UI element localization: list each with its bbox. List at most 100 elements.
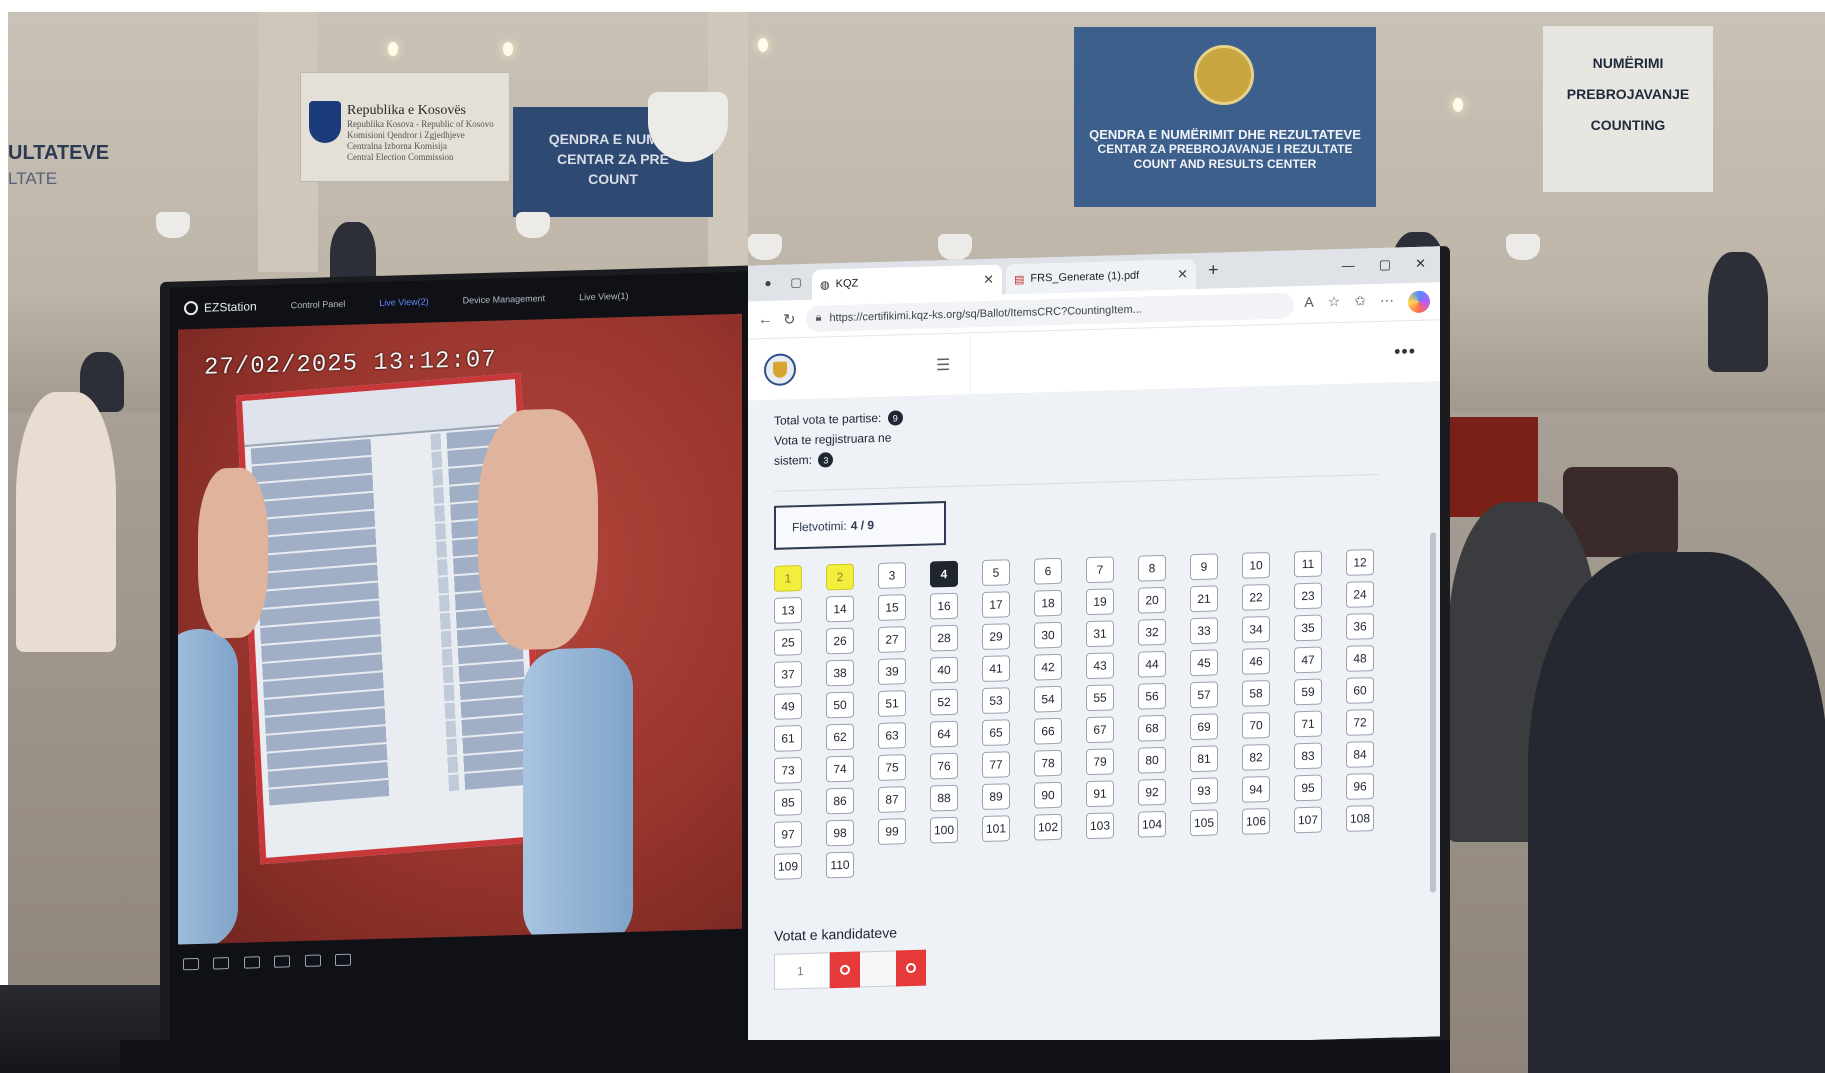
- candidate-number-52[interactable]: 52: [930, 688, 958, 716]
- candidate-number-63[interactable]: 63: [878, 722, 906, 749]
- candidate-number-105[interactable]: 105: [1190, 809, 1218, 837]
- candidate-number-40[interactable]: 40: [930, 656, 958, 684]
- candidate-number-81[interactable]: 81: [1190, 745, 1218, 773]
- candidate-number-27[interactable]: 27: [878, 626, 906, 653]
- candidate-number-21[interactable]: 21: [1190, 585, 1218, 613]
- candidate-number-67[interactable]: 67: [1086, 716, 1114, 744]
- candidate-number-23[interactable]: 23: [1294, 582, 1322, 610]
- candidate-number-58[interactable]: 58: [1242, 679, 1270, 707]
- candidate-number-30[interactable]: 30: [1034, 621, 1062, 649]
- more-menu-icon[interactable]: ···: [1380, 291, 1394, 313]
- grid-9-icon[interactable]: [243, 956, 260, 969]
- candidate-number-107[interactable]: 107: [1294, 806, 1322, 834]
- candidate-number-92[interactable]: 92: [1138, 778, 1166, 806]
- candidate-number-89[interactable]: 89: [982, 783, 1010, 811]
- candidate-number-83[interactable]: 83: [1294, 742, 1322, 770]
- browser-tab-pdf[interactable]: ▤ FRS_Generate (1).pdf ✕: [1006, 259, 1196, 295]
- candidate-number-6[interactable]: 6: [1034, 557, 1062, 585]
- candidate-number-25[interactable]: 25: [774, 629, 802, 656]
- candidate-number-76[interactable]: 76: [930, 752, 958, 780]
- record-icon[interactable]: [304, 954, 321, 967]
- candidate-number-36[interactable]: 36: [1346, 613, 1374, 640]
- candidate-number-60[interactable]: 60: [1346, 677, 1374, 704]
- candidate-number-19[interactable]: 19: [1086, 588, 1114, 616]
- candidate-number-61[interactable]: 61: [774, 725, 802, 752]
- candidate-number-80[interactable]: 80: [1138, 746, 1166, 774]
- candidate-number-44[interactable]: 44: [1138, 650, 1166, 678]
- candidate-number-5[interactable]: 5: [982, 559, 1010, 587]
- candidate-number-32[interactable]: 32: [1138, 618, 1166, 646]
- close-window-icon[interactable]: ✕: [1415, 256, 1426, 272]
- remove-candidate-button[interactable]: [896, 949, 926, 987]
- candidate-number-53[interactable]: 53: [982, 687, 1010, 715]
- tab-actions-icon[interactable]: ▢: [788, 274, 804, 290]
- maximize-icon[interactable]: ▢: [1379, 257, 1391, 273]
- candidate-number-79[interactable]: 79: [1086, 748, 1114, 776]
- candidate-number-69[interactable]: 69: [1190, 713, 1218, 741]
- candidate-number-39[interactable]: 39: [878, 658, 906, 685]
- candidate-number-24[interactable]: 24: [1346, 581, 1374, 608]
- candidate-number-16[interactable]: 16: [930, 592, 958, 620]
- candidate-number-94[interactable]: 94: [1242, 775, 1270, 803]
- candidate-number-45[interactable]: 45: [1190, 649, 1218, 677]
- candidate-number-48[interactable]: 48: [1346, 645, 1374, 672]
- new-tab-icon[interactable]: +: [1208, 259, 1219, 280]
- candidate-number-20[interactable]: 20: [1138, 586, 1166, 614]
- candidate-number-108[interactable]: 108: [1346, 805, 1374, 832]
- candidate-number-57[interactable]: 57: [1190, 681, 1218, 709]
- candidate-number-41[interactable]: 41: [982, 655, 1010, 683]
- candidate-number-91[interactable]: 91: [1086, 780, 1114, 808]
- candidate-number-82[interactable]: 82: [1242, 743, 1270, 771]
- read-aloud-icon[interactable]: A: [1304, 293, 1313, 315]
- candidate-number-56[interactable]: 56: [1138, 682, 1166, 710]
- fullscreen-icon[interactable]: [335, 953, 352, 967]
- favorites-icon[interactable]: ✩: [1354, 292, 1366, 314]
- candidate-input-empty[interactable]: [860, 950, 896, 988]
- candidate-number-77[interactable]: 77: [982, 751, 1010, 779]
- candidate-number-22[interactable]: 22: [1242, 583, 1270, 611]
- candidate-number-106[interactable]: 106: [1242, 807, 1270, 835]
- tab-live-view-1[interactable]: Live View(1): [579, 291, 628, 302]
- candidate-number-78[interactable]: 78: [1034, 749, 1062, 777]
- grid-4-icon[interactable]: [213, 957, 230, 970]
- candidate-number-96[interactable]: 96: [1346, 773, 1374, 800]
- candidate-number-99[interactable]: 99: [878, 818, 906, 845]
- candidate-number-1[interactable]: 1: [774, 565, 802, 592]
- close-tab-icon[interactable]: ✕: [983, 272, 994, 288]
- candidate-number-88[interactable]: 88: [930, 784, 958, 812]
- candidate-number-62[interactable]: 62: [826, 723, 854, 751]
- candidate-number-87[interactable]: 87: [878, 786, 906, 813]
- candidate-number-17[interactable]: 17: [982, 591, 1010, 619]
- candidate-number-4[interactable]: 4: [930, 560, 958, 588]
- page-scrollbar[interactable]: [1430, 532, 1436, 893]
- tab-device-management[interactable]: Device Management: [463, 293, 546, 305]
- snapshot-icon[interactable]: [274, 955, 291, 968]
- candidate-number-37[interactable]: 37: [774, 661, 802, 688]
- candidate-number-10[interactable]: 10: [1242, 551, 1270, 579]
- candidate-number-109[interactable]: 109: [774, 853, 802, 880]
- favorite-star-icon[interactable]: ☆: [1328, 293, 1341, 315]
- candidate-number-90[interactable]: 90: [1034, 781, 1062, 809]
- tab-live-view-2[interactable]: Live View(2): [379, 296, 428, 307]
- browser-tab-kqz[interactable]: ◍ KQZ ✕: [812, 264, 1002, 300]
- candidate-number-35[interactable]: 35: [1294, 614, 1322, 642]
- candidate-number-33[interactable]: 33: [1190, 617, 1218, 645]
- more-options-icon[interactable]: •••: [1394, 341, 1416, 363]
- candidate-number-73[interactable]: 73: [774, 757, 802, 784]
- profile-icon[interactable]: ●: [760, 275, 776, 291]
- candidate-number-46[interactable]: 46: [1242, 647, 1270, 675]
- candidate-number-13[interactable]: 13: [774, 597, 802, 624]
- candidate-number-95[interactable]: 95: [1294, 774, 1322, 802]
- candidate-number-29[interactable]: 29: [982, 623, 1010, 651]
- candidate-number-34[interactable]: 34: [1242, 615, 1270, 643]
- candidate-number-110[interactable]: 110: [826, 851, 854, 879]
- candidate-number-50[interactable]: 50: [826, 691, 854, 719]
- candidate-number-101[interactable]: 101: [982, 815, 1010, 843]
- grid-1-icon[interactable]: [183, 957, 199, 971]
- candidate-number-26[interactable]: 26: [826, 627, 854, 655]
- candidate-number-38[interactable]: 38: [826, 659, 854, 687]
- remove-candidate-button[interactable]: [830, 951, 860, 989]
- candidate-number-104[interactable]: 104: [1138, 810, 1166, 838]
- candidate-number-93[interactable]: 93: [1190, 777, 1218, 805]
- candidate-number-103[interactable]: 103: [1086, 812, 1114, 840]
